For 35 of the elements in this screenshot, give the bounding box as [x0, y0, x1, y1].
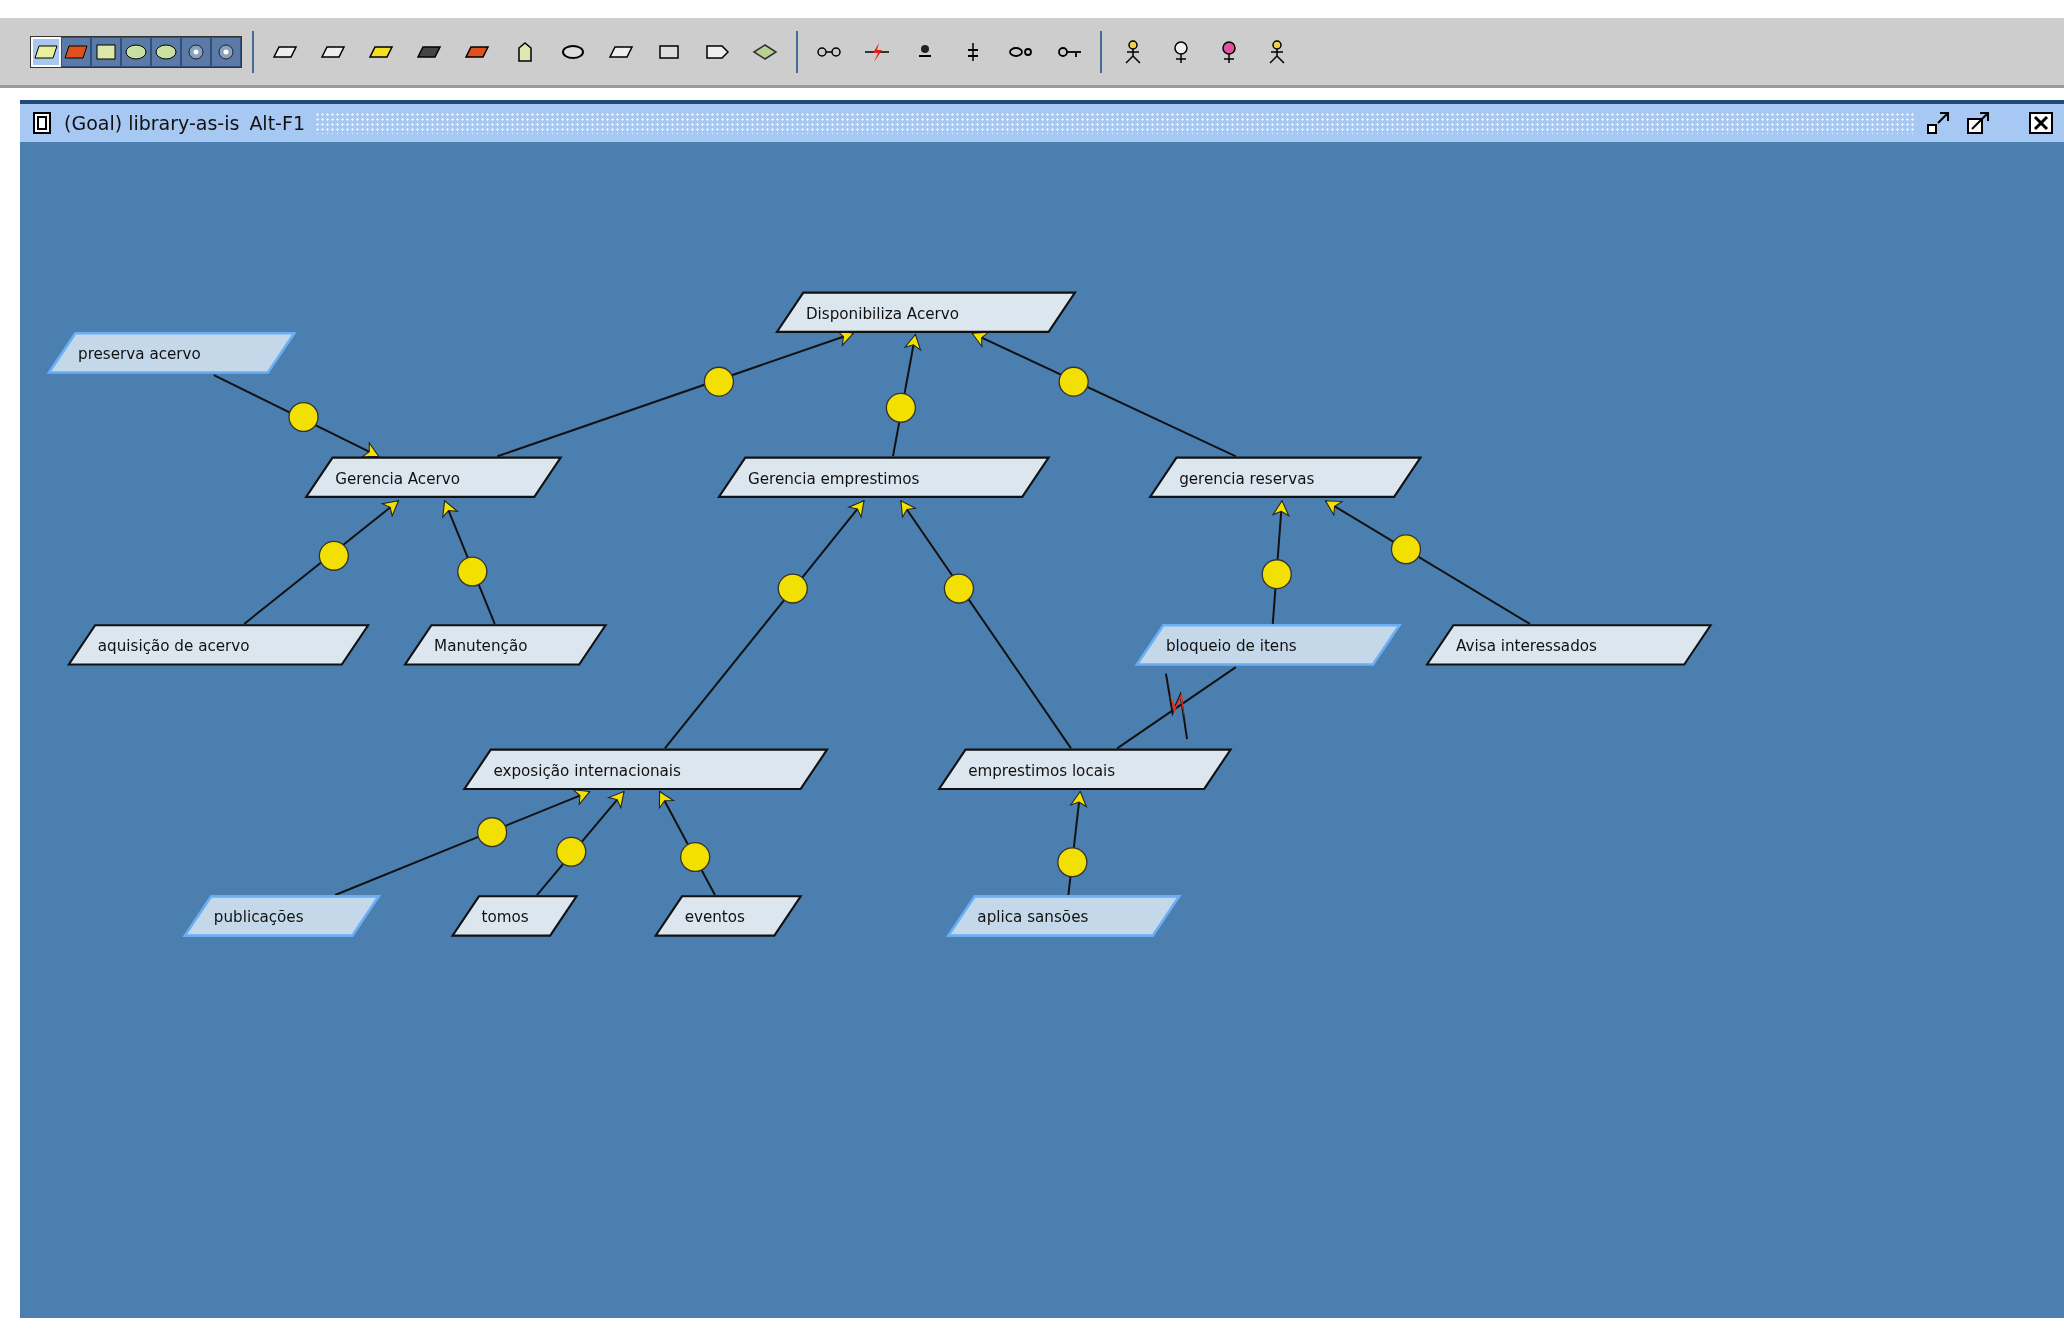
- goal-node[interactable]: emprestimos locais: [937, 748, 1233, 790]
- goal-node[interactable]: Gerencia Acervo: [304, 456, 563, 498]
- goal-node[interactable]: Disponibiliza Acervo: [774, 291, 1077, 333]
- means-end-link[interactable]: [334, 789, 591, 896]
- goal-node[interactable]: preserva acervo: [46, 331, 297, 374]
- shape-tool-button[interactable]: [151, 36, 181, 67]
- close-button[interactable]: [2026, 111, 2056, 135]
- means-end-link[interactable]: [212, 374, 380, 458]
- goal-node[interactable]: bloqueio de itens: [1134, 623, 1402, 666]
- goal-node[interactable]: tomos: [450, 895, 579, 937]
- rectangle-icon: [93, 41, 119, 62]
- means-end-link[interactable]: [1057, 790, 1088, 896]
- goal-node[interactable]: Avisa interessados: [1425, 624, 1713, 666]
- goal-node[interactable]: gerencia reservas: [1148, 456, 1423, 498]
- goal-node[interactable]: eventos: [653, 895, 803, 937]
- document-icon: [32, 111, 54, 135]
- means-end-link[interactable]: [535, 790, 625, 896]
- ellipse-icon: [123, 41, 149, 62]
- shortcut-label: Alt-F1: [249, 112, 305, 134]
- means-end-link[interactable]: [1261, 499, 1292, 625]
- goal-node[interactable]: exposição internacionais: [462, 748, 829, 790]
- window-title: (Goal) library-as-is: [64, 112, 240, 134]
- conflict-link[interactable]: [1116, 666, 1237, 750]
- shape-tool-button[interactable]: [181, 36, 211, 67]
- shape-tool-button[interactable]: [121, 36, 151, 67]
- means-end-link[interactable]: [658, 790, 716, 896]
- shape-tool-button[interactable]: [91, 36, 121, 67]
- shape-tool-button[interactable]: [211, 36, 241, 67]
- means-end-link[interactable]: [885, 333, 922, 458]
- means-end-link[interactable]: [1324, 499, 1531, 625]
- goal-node[interactable]: Gerencia emprestimos: [716, 456, 1051, 498]
- goal-node[interactable]: aquisição de acervo: [66, 624, 371, 666]
- means-end-link[interactable]: [243, 499, 400, 625]
- ellipse-icon: [153, 41, 179, 62]
- means-end-link[interactable]: [442, 499, 496, 625]
